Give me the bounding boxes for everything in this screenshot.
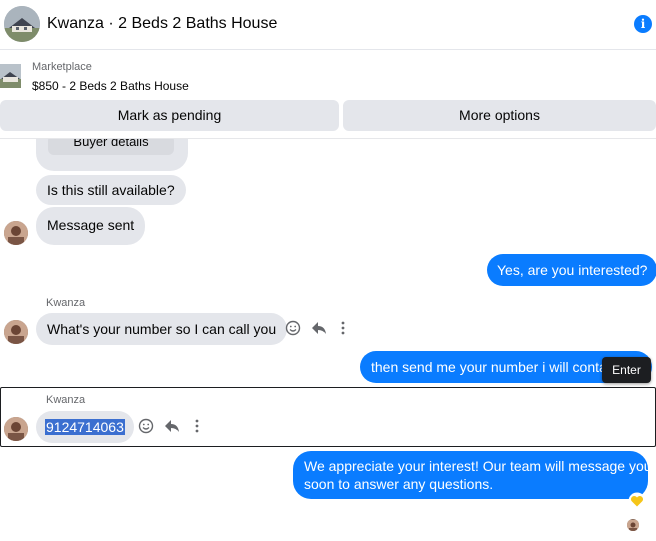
sender-avatar[interactable] bbox=[4, 320, 28, 344]
more-actions-icon[interactable] bbox=[188, 417, 206, 435]
heart-reaction-icon[interactable] bbox=[628, 492, 646, 510]
sender-avatar[interactable] bbox=[4, 221, 28, 245]
selected-phone-number[interactable]: 9124714063 bbox=[45, 419, 125, 435]
message-sent-bubble: Message sent bbox=[36, 207, 146, 245]
more-actions-icon[interactable] bbox=[334, 319, 352, 337]
listing-source: Marketplace bbox=[32, 61, 92, 73]
buyer-details-button[interactable]: Buyer details bbox=[48, 139, 174, 155]
message-phone-number: 9124714063 bbox=[36, 411, 134, 443]
sender-name: Kwanza bbox=[46, 394, 86, 406]
conversation-header: Kwanza · 2 Beds 2 Baths House i bbox=[0, 0, 656, 50]
message-appreciate-interest: We appreciate your interest! Our team wi… bbox=[293, 451, 652, 499]
info-icon[interactable]: i bbox=[634, 15, 652, 33]
mark-as-pending-button[interactable]: Mark as pending bbox=[0, 100, 339, 131]
sender-avatar[interactable] bbox=[4, 417, 28, 441]
sender-name: Kwanza bbox=[46, 297, 86, 309]
react-icon[interactable] bbox=[137, 417, 155, 435]
reply-icon[interactable] bbox=[310, 319, 328, 337]
seen-indicator-avatar bbox=[627, 519, 639, 531]
message-yes-interested: Yes, are you interested? bbox=[487, 254, 656, 286]
react-icon[interactable] bbox=[284, 319, 302, 337]
message-number-request: What's your number so I can call you bbox=[36, 313, 288, 345]
reply-icon[interactable] bbox=[163, 417, 181, 435]
listing-thumbnail bbox=[0, 64, 21, 88]
buyer-details-card: Buyer details bbox=[36, 139, 188, 171]
more-options-button[interactable]: More options bbox=[343, 100, 656, 131]
message-line-2: soon to answer any questions. bbox=[304, 476, 494, 492]
conversation-title[interactable]: Kwanza · 2 Beds 2 Baths House bbox=[47, 15, 277, 33]
enter-tooltip: Enter bbox=[602, 357, 651, 383]
message-still-available: Is this still available? bbox=[36, 175, 186, 205]
listing-price-title: $850 - 2 Beds 2 Baths House bbox=[32, 79, 189, 93]
message-thread[interactable]: Buyer details Is this still available? M… bbox=[0, 139, 656, 541]
message-line-1: We appreciate your interest! Our team wi… bbox=[304, 458, 652, 474]
listing-avatar[interactable] bbox=[4, 6, 40, 42]
marketplace-listing[interactable]: Marketplace $850 - 2 Beds 2 Baths House bbox=[0, 54, 656, 98]
